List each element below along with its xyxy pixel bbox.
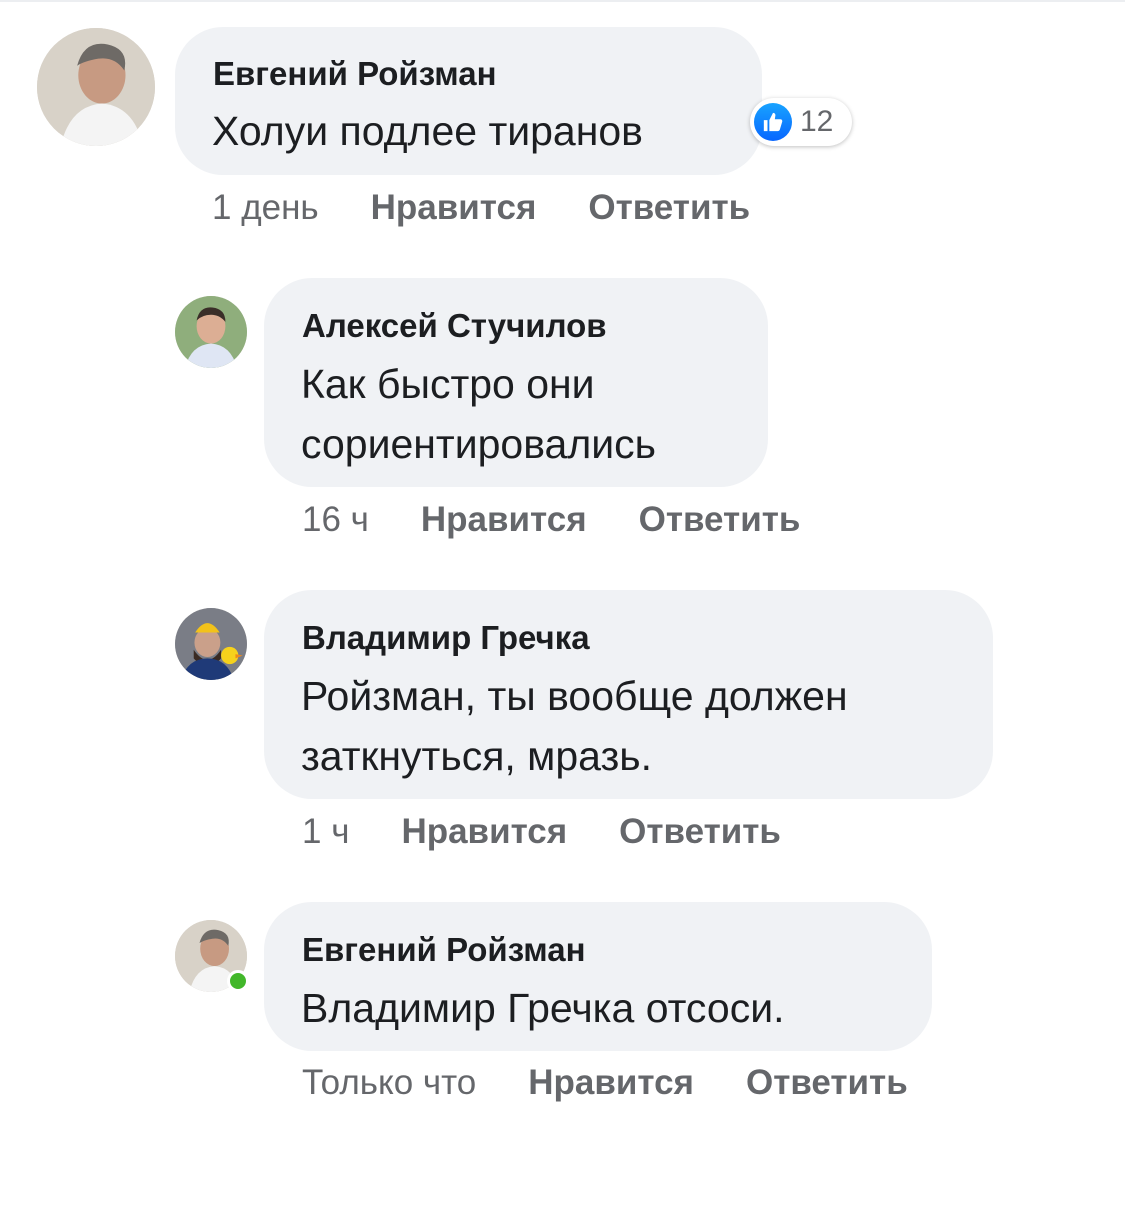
comment-bubble: Евгений Ройзман Владимир Гречка отсоси.: [264, 902, 932, 1051]
reaction-count: 12: [800, 105, 834, 138]
comment-bubble: Владимир Гречка Ройзман, ты вообще долже…: [264, 590, 993, 799]
comment-author[interactable]: Евгений Ройзман: [302, 931, 586, 969]
like-button[interactable]: Нравится: [371, 188, 537, 227]
reply-button[interactable]: Ответить: [639, 500, 801, 539]
reaction-summary[interactable]: 12: [750, 98, 852, 146]
comment-author[interactable]: Владимир Гречка: [302, 619, 590, 657]
avatar[interactable]: [37, 28, 155, 146]
comment-timestamp[interactable]: 1 день: [212, 188, 319, 227]
comment-actions: Только что Нравится Ответить: [302, 1063, 908, 1103]
comment-text-line-1: Как быстро они: [301, 361, 595, 407]
comment-actions: 1 ч Нравится Ответить: [302, 812, 781, 852]
comment-timestamp[interactable]: 1 ч: [302, 812, 349, 851]
comment-text-line-2: сориентировались: [301, 421, 657, 467]
comment-actions: 16 ч Нравится Ответить: [302, 500, 800, 540]
like-button[interactable]: Нравится: [421, 500, 587, 539]
top-divider: [0, 0, 1125, 2]
comment-text: Холуи подлее тиранов: [212, 108, 643, 154]
comment-text: Владимир Гречка отсоси.: [301, 985, 785, 1031]
comment-text-line-2: заткнуться, мразь.: [301, 733, 653, 779]
like-button[interactable]: Нравится: [401, 812, 567, 851]
reply-button[interactable]: Ответить: [619, 812, 781, 851]
comment-bubble: Евгений Ройзман Холуи подлее тиранов: [175, 27, 762, 175]
comment-timestamp[interactable]: 16 ч: [302, 500, 369, 539]
comment-actions: 1 день Нравится Ответить: [212, 188, 750, 228]
comment-bubble: Алексей Стучилов Как быстро они сориенти…: [264, 278, 768, 487]
reply-button[interactable]: Ответить: [588, 188, 750, 227]
like-button[interactable]: Нравится: [528, 1063, 694, 1102]
avatar[interactable]: [175, 296, 247, 368]
online-status-indicator: [227, 970, 249, 992]
comment-timestamp[interactable]: Только что: [302, 1063, 476, 1102]
comment-author[interactable]: Евгений Ройзман: [213, 55, 497, 93]
comment-author[interactable]: Алексей Стучилов: [302, 307, 607, 345]
comment-text-line-1: Ройзман, ты вообще должен: [301, 673, 848, 719]
like-icon: [754, 103, 792, 141]
reply-button[interactable]: Ответить: [746, 1063, 908, 1102]
avatar[interactable]: [175, 608, 247, 680]
